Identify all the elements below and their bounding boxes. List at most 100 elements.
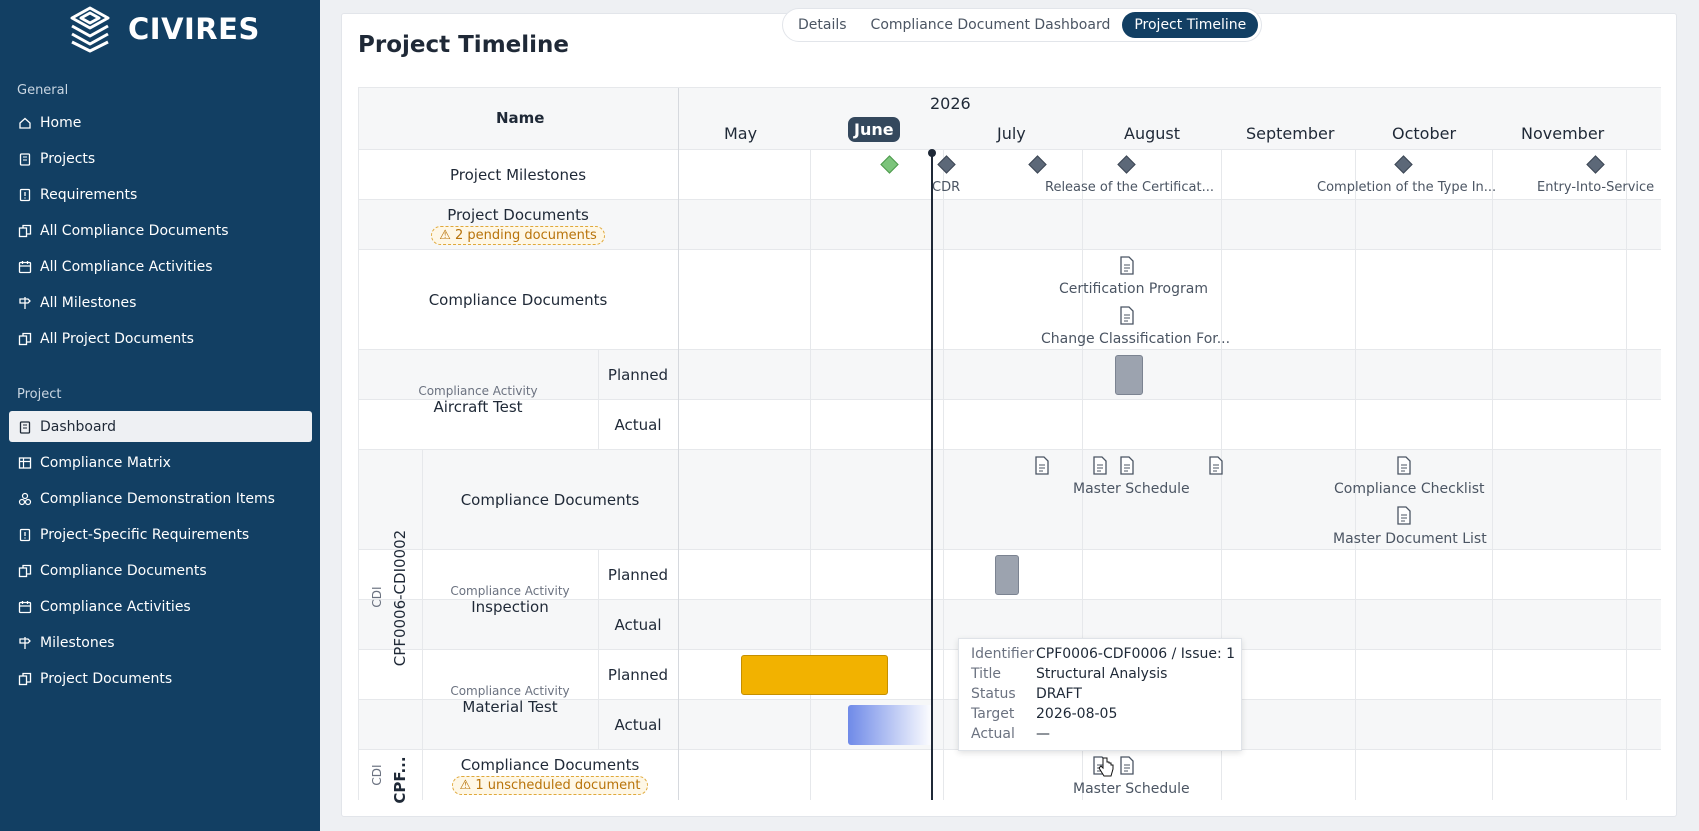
sidebar-item-all-milestones[interactable]: All Milestones (9, 287, 312, 318)
sidebar-item-all-project-documents[interactable]: All Project Documents (9, 323, 312, 354)
sidebar-item-project-specific-requirements[interactable]: Project-Specific Requirements (9, 519, 312, 550)
sidebar-item-dashboard[interactable]: Dashboard (9, 411, 312, 442)
month-october: October (1392, 124, 1457, 143)
document-icon[interactable] (1119, 456, 1135, 475)
tooltip-identifier: CPF0006-CDF0006 / Issue: 1 (1036, 646, 1236, 662)
tab-details[interactable]: Details (786, 12, 859, 38)
month-june-current[interactable]: June (848, 117, 900, 142)
name-cdi-compliance-documents: Compliance Documents (423, 450, 677, 550)
tooltip-key: Identifier (971, 646, 1035, 662)
calendar-icon (18, 600, 32, 614)
milestone-label: Entry-Into-Service (1537, 180, 1655, 195)
tab-project-timeline[interactable]: Project Timeline (1122, 12, 1259, 38)
document-icon[interactable] (1119, 256, 1135, 275)
documents-icon (18, 332, 32, 346)
unscheduled-document-badge[interactable]: ⚠ 1 unscheduled document (451, 775, 649, 795)
document-label: Master Document List (1333, 531, 1487, 547)
month-november: November (1521, 124, 1605, 143)
name-inspection: Compliance Activity Inspection (423, 550, 597, 650)
document-icon[interactable] (1119, 756, 1135, 775)
cdi-identifier[interactable]: CPF0006-CDI0002 (391, 523, 409, 673)
document-icon[interactable] (1119, 306, 1135, 325)
document-label: Master Schedule (1073, 481, 1190, 497)
material-test-actual-bar[interactable] (848, 705, 933, 745)
year-label: 2026 (930, 94, 971, 113)
calendar-icon (18, 260, 32, 274)
document-icon[interactable] (1034, 456, 1050, 475)
activity-name: Aircraft Test (433, 398, 523, 416)
sidebar-item-projects[interactable]: Projects (9, 143, 312, 174)
document-icon[interactable] (1396, 456, 1412, 475)
actual-label: Actual (614, 416, 662, 434)
sidebar-item-requirements[interactable]: Requirements (9, 179, 312, 210)
document-icon[interactable] (1092, 456, 1108, 475)
label-planned: Planned (598, 350, 678, 400)
view-tabs: Details Compliance Document Dashboard Pr… (782, 8, 1263, 42)
cdi-identifier[interactable]: CPF... (391, 745, 409, 815)
row-label: Project Milestones (449, 166, 587, 184)
month-july: July (997, 124, 1026, 143)
cdi-tag: CDI (370, 586, 384, 608)
document-icon[interactable] (1396, 506, 1412, 525)
sidebar-item-label: Compliance Demonstration Items (40, 490, 275, 507)
pending-documents-badge[interactable]: ⚠ 2 pending documents (431, 225, 605, 245)
name-project-documents: Project Documents ⚠ 2 pending documents (359, 200, 677, 250)
milestone-label: CDR (932, 180, 961, 195)
milestone-label: Release of the Certificat... (1045, 180, 1214, 195)
tooltip-key: Title (971, 666, 1002, 682)
sidebar-item-label: Dashboard (40, 418, 116, 435)
document-icon[interactable] (1208, 456, 1224, 475)
material-test-planned-bar[interactable] (741, 655, 888, 695)
signpost-icon (18, 296, 32, 310)
badge-text: 1 unscheduled document (475, 777, 641, 793)
sidebar-item-compliance-matrix[interactable]: Compliance Matrix (9, 447, 312, 478)
activity-kind: Compliance Activity (418, 384, 538, 398)
documents-icon (18, 672, 32, 686)
month-gridline (1492, 150, 1493, 800)
cdi-tag: CDI (370, 764, 384, 786)
sidebar: CIVIRES General Home Projects Requiremen… (0, 0, 320, 831)
activity-kind: Compliance Activity (450, 584, 570, 598)
sidebar-section-general: General (17, 83, 69, 98)
civires-logo-icon (70, 6, 110, 53)
sidebar-item-label: Requirements (40, 186, 138, 203)
brand-logo[interactable]: CIVIRES (66, 5, 260, 53)
name-project-milestones: Project Milestones (359, 150, 677, 200)
document-label: Certification Program (1059, 281, 1208, 297)
boxes-icon (18, 492, 32, 506)
name-material-test: Compliance Activity Material Test (423, 650, 597, 750)
sidebar-item-all-compliance-documents[interactable]: All Compliance Documents (9, 215, 312, 246)
signpost-icon (18, 636, 32, 650)
sidebar-item-compliance-activities[interactable]: Compliance Activities (9, 591, 312, 622)
sidebar-item-label: Compliance Matrix (40, 454, 171, 471)
sidebar-item-label: Compliance Activities (40, 598, 191, 615)
sidebar-item-project-documents[interactable]: Project Documents (9, 663, 312, 694)
sidebar-item-label: Milestones (40, 634, 115, 651)
sidebar-item-label: All Project Documents (40, 330, 194, 347)
sidebar-item-label: Project Documents (40, 670, 173, 687)
documents-icon (18, 564, 32, 578)
tab-compliance-document-dashboard[interactable]: Compliance Document Dashboard (859, 12, 1123, 38)
home-icon (18, 116, 32, 130)
name-compliance-documents: Compliance Documents (359, 250, 677, 350)
sidebar-item-label: All Compliance Activities (40, 258, 213, 275)
today-line (931, 152, 933, 800)
clipboard-icon (18, 152, 32, 166)
sidebar-item-compliance-documents[interactable]: Compliance Documents (9, 555, 312, 586)
sidebar-item-all-compliance-activities[interactable]: All Compliance Activities (9, 251, 312, 282)
name-column-divider (678, 88, 679, 800)
month-gridline (943, 150, 944, 800)
table-icon (18, 456, 32, 470)
planned-label: Planned (607, 666, 669, 684)
aircraft-test-planned-bar[interactable] (1115, 355, 1143, 395)
inspection-planned-bar[interactable] (995, 555, 1019, 595)
milestone-label: Completion of the Type In... (1317, 180, 1497, 195)
sidebar-section-project: Project (17, 387, 62, 402)
month-gridline (810, 150, 811, 800)
tooltip-target: 2026-08-05 (1036, 706, 1118, 722)
sidebar-item-milestones[interactable]: Milestones (9, 627, 312, 658)
sidebar-item-compliance-demonstration-items[interactable]: Compliance Demonstration Items (9, 483, 312, 514)
month-gridline (1626, 150, 1627, 800)
label-actual: Actual (598, 700, 678, 750)
sidebar-item-home[interactable]: Home (9, 107, 312, 138)
